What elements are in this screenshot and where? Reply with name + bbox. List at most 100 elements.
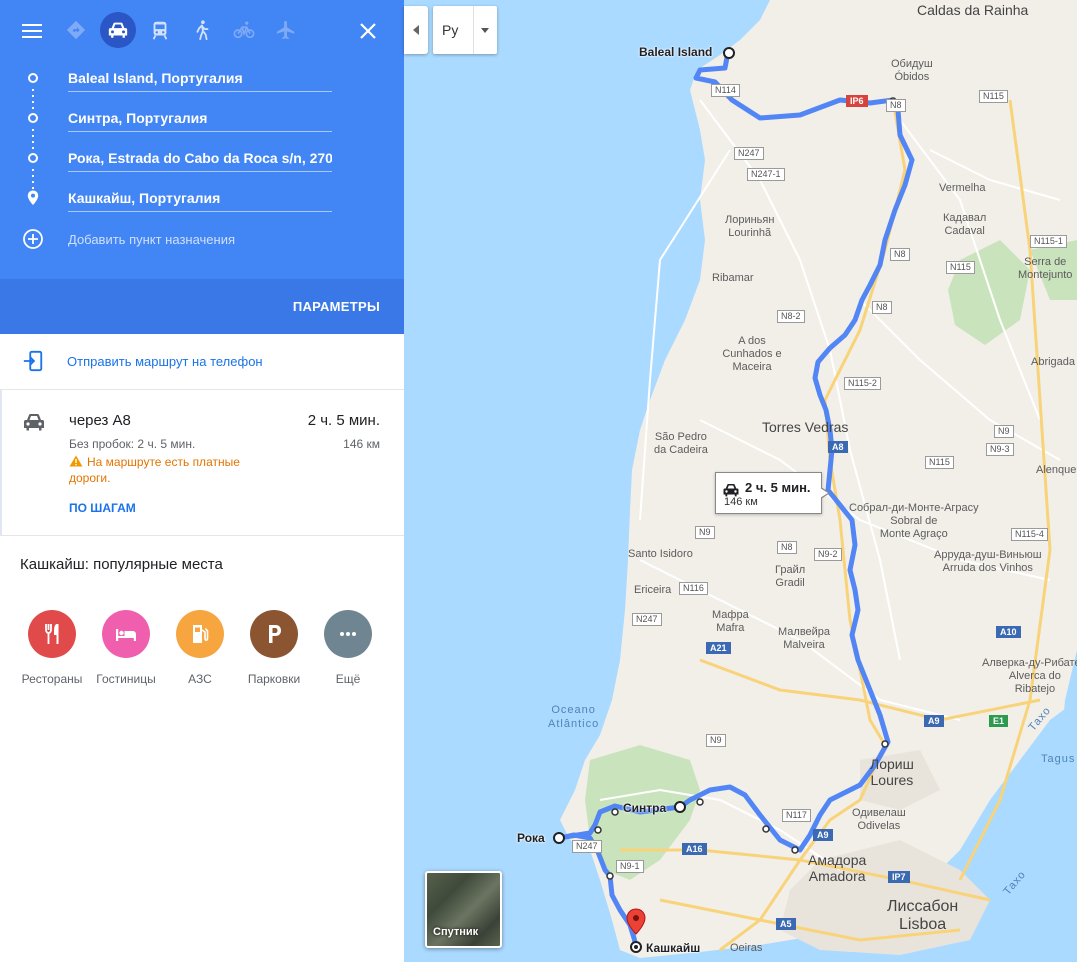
category-gas-stations[interactable]: АЗС <box>160 610 240 690</box>
more-icon <box>340 632 356 636</box>
category-label: Парковки <box>247 672 301 686</box>
satellite-label: Спутник <box>433 926 479 938</box>
stop-input[interactable]: Рока, Estrada do Cabo da Roca s/n, 270 <box>68 146 332 172</box>
category-more[interactable]: Ещё <box>308 610 388 690</box>
town-label: Serra de Montejunto <box>1018 256 1073 281</box>
category-restaurants[interactable]: Рестораны <box>12 610 92 690</box>
town-label: Caldas da Rainha <box>917 2 1029 18</box>
road-shield: A21 <box>706 642 731 654</box>
waypoint-marker-cascais[interactable] <box>629 940 643 954</box>
road-shield: E1 <box>989 715 1009 727</box>
road-shield: N115 <box>979 90 1008 103</box>
waypoint-marker-sintra[interactable] <box>673 800 687 814</box>
road-shield: A10 <box>996 626 1021 638</box>
town-label: Мафра Mafra <box>712 609 749 634</box>
caret-down-icon[interactable] <box>481 28 489 33</box>
restaurant-icon <box>45 624 59 644</box>
category-parking[interactable]: Парковки <box>234 610 314 690</box>
road-shield: A9 <box>813 829 833 841</box>
language-value: Ру <box>442 22 459 38</box>
category-label: Рестораны <box>21 672 83 686</box>
route-time-callout[interactable]: 2 ч. 5 мин. 146 км <box>715 472 830 514</box>
collapse-panel-button[interactable] <box>404 6 428 54</box>
select-divider <box>473 6 474 54</box>
route-distance: 146 км <box>343 437 380 451</box>
callout-time: 2 ч. 5 мин. <box>745 480 811 495</box>
mode-best-button[interactable] <box>58 12 94 48</box>
town-label: Santo Isidoro <box>628 548 693 560</box>
stop-input[interactable]: Baleal Island, Португалия <box>68 66 332 92</box>
town-label: Vermelha <box>939 182 986 194</box>
waypoint-label-baleal[interactable]: Baleal Island <box>639 45 712 59</box>
town-label: Одивелаш Odivelas <box>852 807 906 832</box>
restaurant-icon-circle <box>28 610 76 658</box>
options-button[interactable]: ПАРАМЕТРЫ <box>293 299 380 314</box>
destination-pin-icon <box>27 190 39 205</box>
road-shield: N115-4 <box>1011 528 1048 541</box>
options-bar: ПАРАМЕТРЫ <box>0 279 404 334</box>
menu-button[interactable] <box>16 16 48 46</box>
gas-station-icon-circle <box>176 610 224 658</box>
town-label: Лориньян Lourinhã <box>725 214 775 239</box>
bike-icon <box>233 21 255 39</box>
road-shield: IP7 <box>888 871 910 883</box>
town-label: Малвейра Malveira <box>778 626 831 651</box>
send-to-phone-row[interactable]: Отправить маршрут на телефон <box>0 334 404 390</box>
road-shield: N115 <box>925 456 954 469</box>
mode-flights-button[interactable] <box>268 12 304 48</box>
parking-icon-circle <box>250 610 298 658</box>
add-destination-label: Добавить пункт назначения <box>68 232 236 247</box>
car-icon <box>108 22 128 38</box>
waypoint-marker-roca[interactable] <box>552 831 566 845</box>
mode-driving-button[interactable] <box>100 12 136 48</box>
satellite-toggle[interactable]: Спутник <box>425 871 502 948</box>
step-by-step-link[interactable]: ПО ШАГАМ <box>69 501 136 515</box>
chevron-left-icon <box>413 25 419 35</box>
road-shield: N9-2 <box>814 548 842 561</box>
road-shield: N9 <box>994 425 1014 438</box>
toll-warning: На маршруте есть платные дороги. <box>69 454 279 486</box>
road-shield: N8 <box>872 301 892 314</box>
stop-input[interactable]: Кашкайш, Португалия <box>68 186 332 212</box>
category-hotels[interactable]: Гостиницы <box>86 610 166 690</box>
callout-distance: 146 км <box>724 496 758 508</box>
send-to-phone-label: Отправить маршрут на телефон <box>67 354 263 369</box>
popular-places-title: Кашкайш: популярные места <box>20 556 223 573</box>
waypoint-marker-baleal[interactable] <box>722 46 736 60</box>
mode-cycling-button[interactable] <box>226 12 262 48</box>
waypoint-label-sintra[interactable]: Синтра <box>623 801 666 815</box>
road-shield: N115-2 <box>844 377 881 390</box>
mode-transit-button[interactable] <box>142 12 178 48</box>
road-shield: A16 <box>682 843 707 855</box>
road-shield: N247-1 <box>747 168 785 181</box>
waypoint-label-cascais[interactable]: Кашкайш <box>646 941 700 955</box>
town-label: Alenque <box>1036 464 1077 476</box>
town-label: Грайл Gradil <box>775 564 806 589</box>
plane-icon <box>276 20 295 40</box>
destination-pin-icon[interactable] <box>626 908 646 944</box>
car-icon <box>24 414 44 431</box>
hotel-icon <box>116 629 136 641</box>
waypoint-label-roca[interactable]: Рока <box>517 831 545 845</box>
add-destination[interactable]: Добавить пункт назначения <box>22 228 382 252</box>
mode-walking-button[interactable] <box>184 12 220 48</box>
close-directions-button[interactable] <box>352 15 384 47</box>
road-shield: N9 <box>695 526 715 539</box>
road-shield: N116 <box>679 582 708 595</box>
language-select[interactable]: Ру <box>433 6 497 54</box>
route-option-card[interactable]: через A8 2 ч. 5 мин. Без пробок: 2 ч. 5 … <box>0 390 404 536</box>
road-shield: N9-3 <box>986 443 1014 456</box>
road-shield: A9 <box>924 715 944 727</box>
town-label: Обидуш Óbidos <box>891 58 933 83</box>
directions-panel: Baleal Island, Португалия Синтра, Португ… <box>0 0 404 962</box>
road-shield: N247 <box>734 147 764 160</box>
add-circle-icon <box>23 229 43 249</box>
town-label: São Pedro da Cadeira <box>654 431 708 456</box>
stop-row-2: Синтра, Португалия <box>0 98 404 138</box>
stop-row-3: Рока, Estrada do Cabo da Roca s/n, 270 <box>0 138 404 178</box>
town-label: Oeiras <box>730 942 763 954</box>
more-icon-circle <box>324 610 372 658</box>
road-shield: N247 <box>632 613 662 626</box>
stop-input[interactable]: Синтра, Португалия <box>68 106 332 132</box>
town-label: Ericeira <box>634 584 672 596</box>
